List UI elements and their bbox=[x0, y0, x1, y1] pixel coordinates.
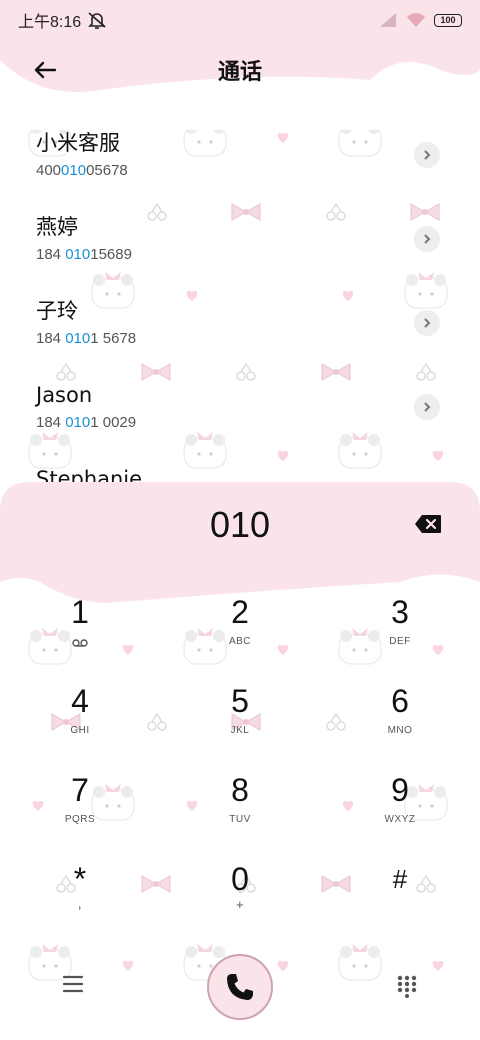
number-prefix: 184 bbox=[36, 246, 66, 263]
page-title: 通话 bbox=[217, 60, 262, 85]
key-digit: 3 bbox=[391, 594, 409, 630]
call-button[interactable] bbox=[207, 954, 273, 1020]
contact-number: 184 0101 5678 bbox=[36, 330, 480, 347]
chevron-right-icon bbox=[424, 318, 431, 328]
chevron-right-icon bbox=[424, 150, 431, 160]
menu-icon[interactable] bbox=[62, 974, 84, 994]
chevron-right-icon bbox=[424, 234, 431, 244]
key-0[interactable]: 0 + bbox=[180, 859, 300, 939]
key-digit: 9 bbox=[391, 772, 409, 808]
key-7[interactable]: 7 PQRS bbox=[20, 770, 140, 850]
key-digit: * bbox=[73, 861, 87, 897]
contact-detail-button[interactable] bbox=[414, 226, 440, 252]
contact-detail-button[interactable] bbox=[414, 394, 440, 420]
mute-bell-icon bbox=[88, 12, 107, 29]
battery-indicator: 100 bbox=[434, 13, 462, 27]
dial-entry: 010 bbox=[209, 504, 271, 545]
keypad-toggle-icon[interactable] bbox=[396, 974, 418, 998]
chevron-right-icon bbox=[424, 402, 431, 412]
contact-row[interactable]: Jason 184 0101 0029 bbox=[0, 372, 480, 456]
key-letters: MNO bbox=[387, 725, 413, 736]
key-letters: JKL bbox=[230, 725, 250, 736]
contact-number: 40001005678 bbox=[36, 162, 480, 179]
key-digit: 8 bbox=[231, 772, 249, 808]
number-match: 010 bbox=[65, 414, 91, 431]
key-star[interactable]: * , bbox=[20, 859, 140, 939]
key-3[interactable]: 3 DEF bbox=[340, 592, 460, 672]
key-digit: 4 bbox=[71, 683, 89, 719]
key-letters: WXYZ bbox=[384, 814, 416, 825]
contact-detail-button[interactable] bbox=[414, 310, 440, 336]
key-9[interactable]: 9 WXYZ bbox=[340, 770, 460, 850]
key-8[interactable]: 8 TUV bbox=[180, 770, 300, 850]
status-time: 上午8:16 bbox=[18, 14, 82, 31]
contact-row[interactable]: 小米客服 40001005678 bbox=[0, 120, 480, 204]
key-letters: ABC bbox=[228, 636, 252, 647]
contact-number: 184 01015689 bbox=[36, 246, 480, 263]
number-match: 010 bbox=[61, 162, 87, 179]
voicemail-icon bbox=[72, 639, 88, 647]
contact-detail-button[interactable] bbox=[414, 142, 440, 168]
number-suffix: 05678 bbox=[86, 162, 128, 179]
contact-number: 184 0101 0029 bbox=[36, 414, 480, 431]
phone-icon bbox=[227, 974, 253, 1000]
number-match: 010 bbox=[65, 330, 91, 347]
key-letters: TUV bbox=[229, 814, 251, 825]
key-6[interactable]: 6 MNO bbox=[340, 681, 460, 761]
battery-level: 100 bbox=[440, 15, 456, 25]
key-2[interactable]: 2 ABC bbox=[180, 592, 300, 672]
number-suffix: 1 0029 bbox=[90, 414, 137, 431]
key-letters: + bbox=[235, 897, 245, 912]
number-suffix: 15689 bbox=[90, 246, 132, 263]
number-prefix: 184 bbox=[36, 414, 66, 431]
wifi-icon bbox=[407, 13, 425, 27]
key-letters: PQRS bbox=[64, 814, 96, 825]
key-digit: 0 bbox=[231, 861, 249, 897]
contact-list: 小米客服 40001005678 燕婷 184 01015689 子玲 184 … bbox=[0, 120, 480, 540]
key-letters: DEF bbox=[389, 636, 411, 647]
key-hash[interactable]: # bbox=[340, 859, 460, 939]
key-1[interactable]: 1 bbox=[20, 592, 140, 672]
signal-icon bbox=[380, 13, 396, 27]
back-arrow-icon[interactable] bbox=[30, 55, 60, 85]
app-header: 通话 bbox=[0, 45, 480, 95]
key-digit: 1 bbox=[71, 594, 89, 630]
key-digit: 6 bbox=[391, 683, 409, 719]
contact-row[interactable]: 燕婷 184 01015689 bbox=[0, 204, 480, 288]
key-letters: , bbox=[77, 895, 83, 911]
status-bar: 上午8:16 100 bbox=[0, 0, 480, 40]
key-4[interactable]: 4 GHI bbox=[20, 681, 140, 761]
key-digit: 7 bbox=[71, 772, 89, 808]
key-digit: # bbox=[392, 864, 408, 894]
dialer-bottom-bar bbox=[0, 944, 480, 1034]
key-5[interactable]: 5 JKL bbox=[180, 681, 300, 761]
key-digit: 2 bbox=[231, 594, 249, 630]
backspace-icon[interactable] bbox=[414, 514, 442, 534]
number-prefix: 400 bbox=[36, 162, 62, 179]
number-match: 010 bbox=[65, 246, 91, 263]
key-digit: 5 bbox=[231, 683, 249, 719]
contact-row[interactable]: 子玲 184 0101 5678 bbox=[0, 288, 480, 372]
key-letters: GHI bbox=[70, 725, 90, 736]
number-prefix: 184 bbox=[36, 330, 66, 347]
number-suffix: 1 5678 bbox=[90, 330, 137, 347]
